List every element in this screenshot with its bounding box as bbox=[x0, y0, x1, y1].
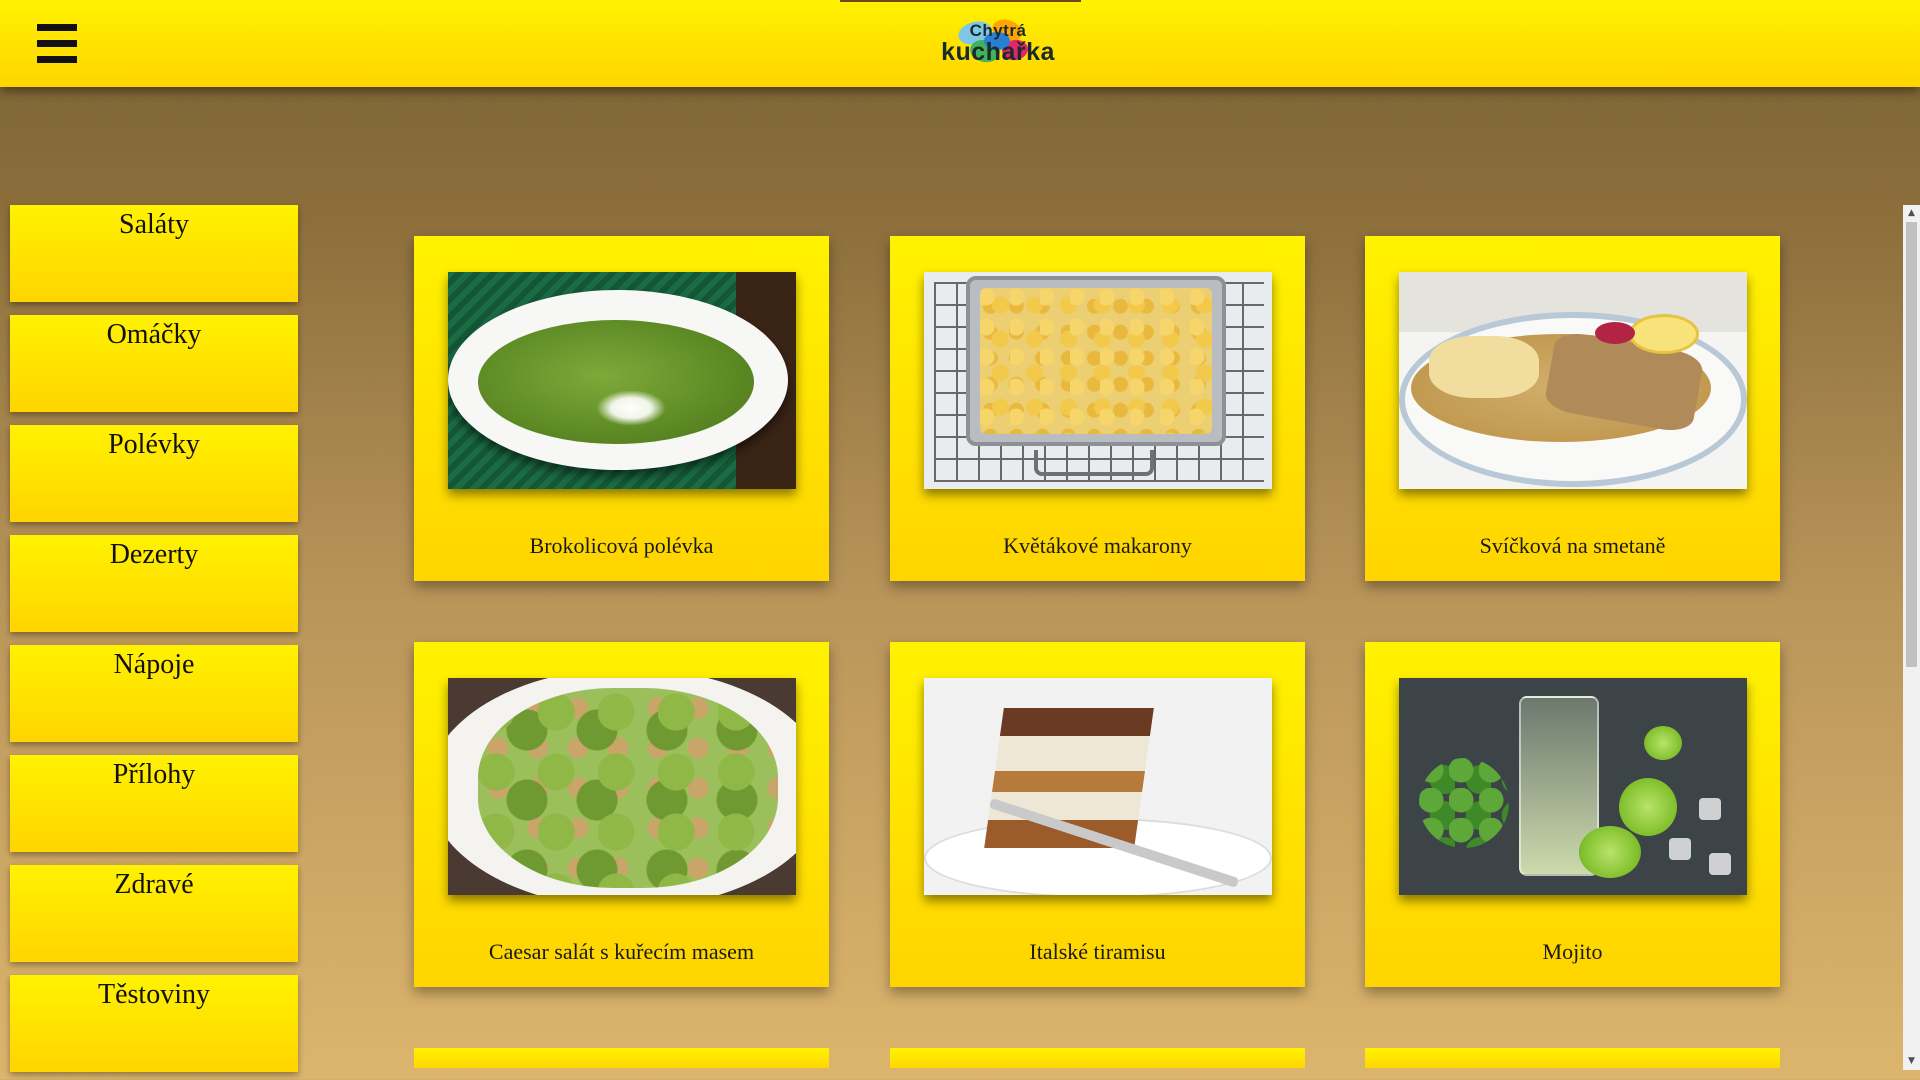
recipe-title: Italské tiramisu bbox=[1029, 939, 1166, 964]
hamburger-menu-icon[interactable] bbox=[37, 24, 77, 64]
category-button-omacky[interactable]: Omáčky bbox=[10, 315, 298, 412]
site-logo[interactable]: Chytrá kuchařka bbox=[930, 15, 1066, 70]
scroll-up-arrow-icon[interactable]: ▲ bbox=[1903, 205, 1920, 222]
scrollbar-thumb[interactable] bbox=[1906, 222, 1917, 667]
category-button-napoje[interactable]: Nápoje bbox=[10, 645, 298, 742]
recipe-title: Mojito bbox=[1542, 939, 1603, 964]
recipe-card[interactable]: Italské tiramisu bbox=[890, 642, 1305, 987]
header-accent-bar bbox=[840, 0, 1081, 2]
cauliflower-macaroni-photo bbox=[924, 272, 1272, 489]
recipe-title: Caesar salát s kuřecím masem bbox=[488, 939, 755, 964]
broccoli-soup-photo bbox=[448, 272, 796, 489]
recipe-card-partial[interactable] bbox=[890, 1048, 1305, 1068]
category-button-testoviny[interactable]: Těstoviny bbox=[10, 975, 298, 1072]
content-scrollbar[interactable]: ▲ ▼ bbox=[1903, 205, 1920, 1070]
mojito-photo bbox=[1399, 678, 1747, 895]
category-button-salaty[interactable]: Saláty bbox=[10, 205, 298, 302]
recipe-card[interactable]: Svíčková na smetaně bbox=[1365, 236, 1780, 581]
recipe-card[interactable]: Mojito bbox=[1365, 642, 1780, 987]
category-button-polevky[interactable]: Polévky bbox=[10, 425, 298, 522]
category-button-dezerty[interactable]: Dezerty bbox=[10, 535, 298, 632]
recipe-title: Svíčková na smetaně bbox=[1479, 533, 1666, 558]
recipe-card[interactable]: Květákové makarony bbox=[890, 236, 1305, 581]
recipe-card-partial[interactable] bbox=[414, 1048, 829, 1068]
recipe-title: Květákové makarony bbox=[1003, 533, 1192, 558]
recipe-grid: Brokolicová polévka Květákové makarony S… bbox=[400, 205, 1900, 1068]
svickova-photo bbox=[1399, 272, 1747, 489]
tiramisu-photo bbox=[924, 678, 1272, 895]
category-button-prilohy[interactable]: Přílohy bbox=[10, 755, 298, 852]
top-header: Chytrá kuchařka bbox=[0, 0, 1920, 87]
category-sidebar: Saláty Omáčky Polévky Dezerty Nápoje Pří… bbox=[10, 205, 298, 1080]
recipe-card[interactable]: Brokolicová polévka bbox=[414, 236, 829, 581]
recipe-card[interactable]: Caesar salát s kuřecím masem bbox=[414, 642, 829, 987]
recipe-title: Brokolicová polévka bbox=[529, 533, 714, 558]
category-button-zdrave[interactable]: Zdravé bbox=[10, 865, 298, 962]
caesar-salad-photo bbox=[448, 678, 796, 895]
logo-text-line2: kuchařka bbox=[941, 38, 1055, 66]
scroll-down-arrow-icon[interactable]: ▼ bbox=[1903, 1053, 1920, 1070]
recipe-card-partial[interactable] bbox=[1365, 1048, 1780, 1068]
